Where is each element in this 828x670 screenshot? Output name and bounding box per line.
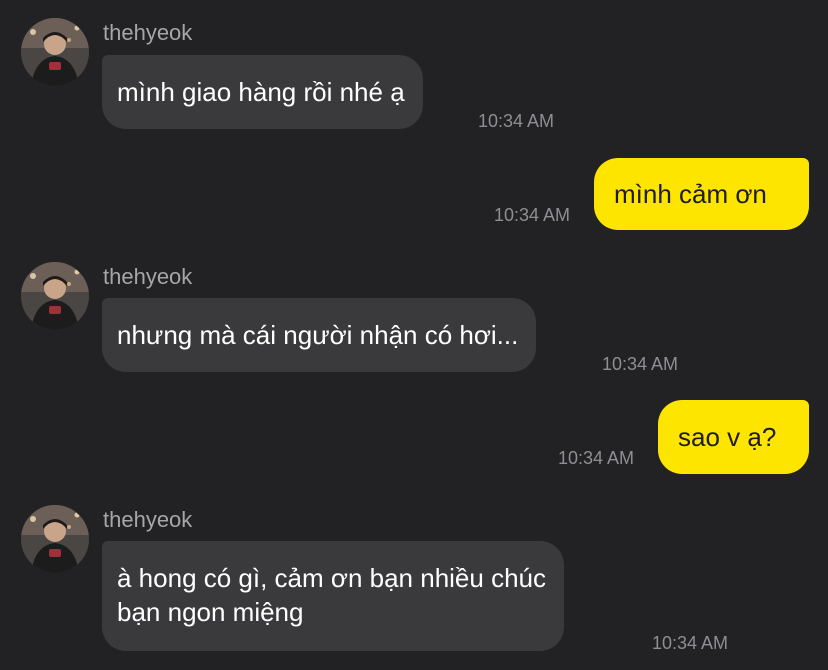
- sender-name: thehyeok: [103, 264, 193, 289]
- message-text: nhưng mà cái người nhận có hơi...: [117, 320, 519, 350]
- sender-avatar-icon[interactable]: [21, 505, 89, 573]
- message-timestamp: 10:34 AM: [602, 354, 679, 374]
- sender-avatar-icon[interactable]: [21, 18, 89, 86]
- incoming-message-bubble[interactable]: mình giao hàng rồi nhé ạ: [102, 55, 423, 129]
- message-text-line: à hong có gì, cảm ơn bạn nhiều chúc: [117, 563, 546, 593]
- outgoing-message-bubble[interactable]: sao v ạ?: [658, 400, 809, 474]
- incoming-message-bubble[interactable]: à hong có gì, cảm ơn bạn nhiều chúc bạn …: [102, 541, 564, 651]
- message-timestamp: 10:34 AM: [494, 205, 571, 225]
- message-text: mình cảm ơn: [614, 179, 767, 209]
- message-text: mình giao hàng rồi nhé ạ: [117, 77, 405, 107]
- message-text: sao v ạ?: [678, 422, 777, 452]
- outgoing-message-bubble[interactable]: mình cảm ơn: [594, 158, 809, 230]
- message-timestamp: 10:34 AM: [558, 448, 635, 468]
- sender-name: thehyeok: [103, 507, 193, 532]
- message-text-line: bạn ngon miệng: [117, 597, 304, 627]
- message-timestamp: 10:34 AM: [652, 633, 729, 653]
- sender-name: thehyeok: [103, 20, 193, 45]
- sender-avatar-icon[interactable]: [21, 262, 89, 330]
- message-timestamp: 10:34 AM: [478, 111, 555, 131]
- incoming-message-bubble[interactable]: nhưng mà cái người nhận có hơi...: [102, 298, 537, 372]
